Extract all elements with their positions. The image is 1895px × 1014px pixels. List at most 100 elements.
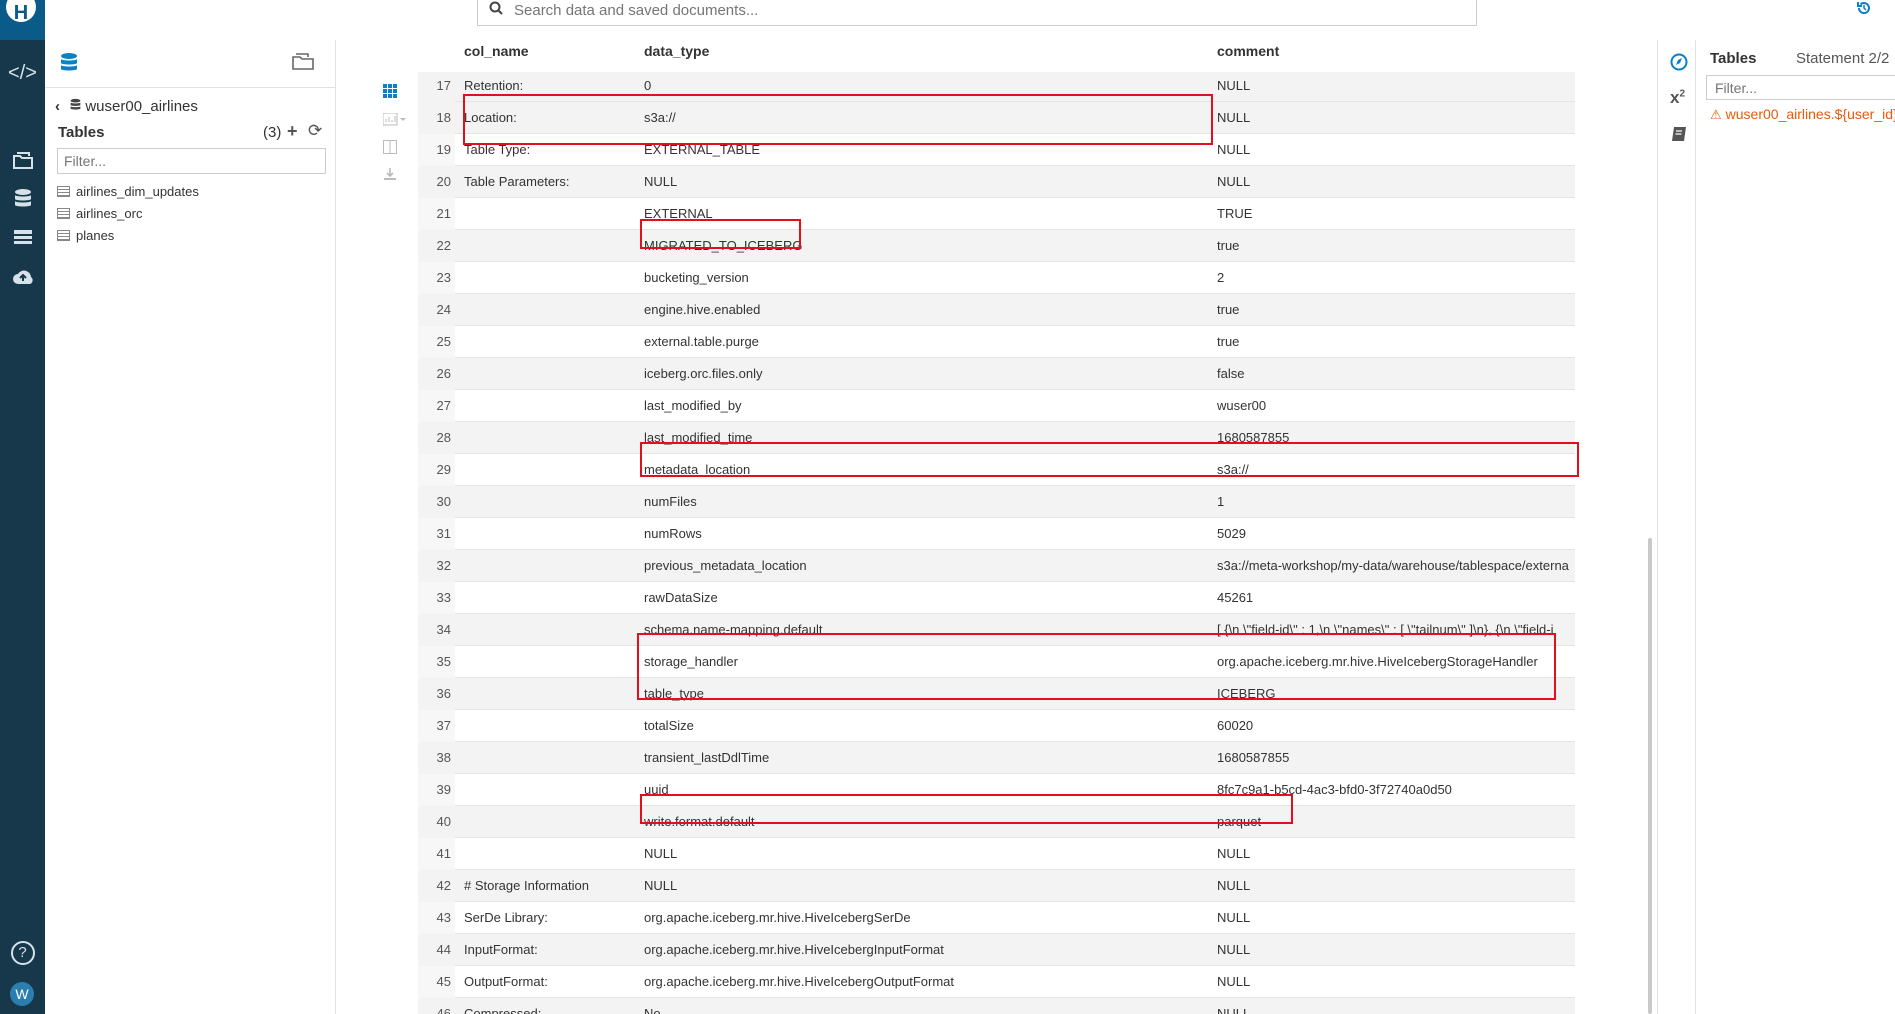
table-row[interactable]: 44 InputFormat: org.apache.iceberg.mr.hive… <box>418 934 1575 966</box>
table-row[interactable]: 38 transient_lastDdlTime 1680587855 <box>418 742 1575 774</box>
cell-col-name[interactable]: # Storage Information <box>464 870 589 902</box>
table-row[interactable]: 22 MIGRATED_TO_ICEBERG true <box>418 230 1575 262</box>
cell-comment[interactable]: NULL <box>1217 166 1575 198</box>
cell-data-type[interactable]: engine.hive.enabled <box>644 294 760 326</box>
table-row[interactable]: 42 # Storage Information NULL NULL <box>418 870 1575 902</box>
table-row[interactable]: 21 EXTERNAL TRUE <box>418 198 1575 230</box>
cell-col-name[interactable]: SerDe Library: <box>464 902 548 934</box>
search-input[interactable] <box>512 0 1416 21</box>
table-item[interactable]: airlines_orc <box>57 203 199 225</box>
cell-comment[interactable]: NULL <box>1217 998 1575 1014</box>
cell-comment[interactable]: TRUE <box>1217 198 1575 230</box>
table-row[interactable]: 31 numRows 5029 <box>418 518 1575 550</box>
cell-comment[interactable]: 1 <box>1217 486 1575 518</box>
grid-view-icon[interactable] <box>383 84 397 101</box>
column-header-comment[interactable]: comment <box>1217 43 1279 59</box>
table-row[interactable]: 26 iceberg.orc.files.only false <box>418 358 1575 390</box>
table-row[interactable]: 30 numFiles 1 <box>418 486 1575 518</box>
cell-data-type[interactable]: NULL <box>644 838 677 870</box>
vertical-scrollbar[interactable] <box>1648 538 1652 1014</box>
cell-comment[interactable]: false <box>1217 358 1575 390</box>
cell-data-type[interactable]: NULL <box>644 166 677 198</box>
table-row[interactable]: 23 bucketing_version 2 <box>418 262 1575 294</box>
table-row[interactable]: 37 totalSize 60020 <box>418 710 1575 742</box>
help-icon[interactable]: ? <box>0 940 45 965</box>
jobs-icon[interactable] <box>0 228 45 251</box>
cell-data-type[interactable]: numFiles <box>644 486 697 518</box>
chevron-left-icon[interactable]: ‹ <box>55 98 60 115</box>
cell-data-type[interactable]: bucketing_version <box>644 262 749 294</box>
table-row[interactable]: 33 rawDataSize 45261 <box>418 582 1575 614</box>
tables-filter-input[interactable] <box>57 148 326 174</box>
table-row[interactable]: 20 Table Parameters: NULL NULL <box>418 166 1575 198</box>
cell-comment[interactable]: true <box>1217 230 1575 262</box>
cell-comment[interactable]: NULL <box>1217 134 1575 166</box>
cell-data-type[interactable]: org.apache.iceberg.mr.hive.HiveIcebergOu… <box>644 966 954 998</box>
documents-folder-icon[interactable] <box>292 52 314 75</box>
database-breadcrumb[interactable]: ‹ wuser00_airlines <box>55 98 198 115</box>
cell-comment[interactable]: NULL <box>1217 838 1575 870</box>
cell-comment[interactable]: 45261 <box>1217 582 1575 614</box>
cell-col-name[interactable]: Compressed: <box>464 998 541 1014</box>
cell-comment[interactable]: s3a://meta-workshop/my-data/warehouse/ta… <box>1217 550 1575 582</box>
cell-data-type[interactable]: rawDataSize <box>644 582 718 614</box>
cell-data-type[interactable]: NULL <box>644 870 677 902</box>
table-row[interactable]: 46 Compressed: No NULL <box>418 998 1575 1014</box>
table-row[interactable]: 32 previous_metadata_location s3a://meta-w… <box>418 550 1575 582</box>
cell-comment[interactable]: NULL <box>1217 102 1575 134</box>
cell-data-type[interactable]: previous_metadata_location <box>644 550 807 582</box>
cell-comment[interactable]: NULL <box>1217 902 1575 934</box>
table-item[interactable]: airlines_dim_updates <box>57 181 199 203</box>
documents-icon[interactable] <box>0 150 45 176</box>
table-row[interactable]: 24 engine.hive.enabled true <box>418 294 1575 326</box>
cell-comment[interactable]: NULL <box>1217 870 1575 902</box>
add-icon[interactable]: + <box>287 121 298 142</box>
warning-item[interactable]: ⚠ wuser00_airlines.${user_id} <box>1710 106 1895 123</box>
cell-data-type[interactable]: iceberg.orc.files.only <box>644 358 763 390</box>
history-icon[interactable] <box>1856 0 1872 21</box>
cell-data-type[interactable]: numRows <box>644 518 702 550</box>
cell-comment[interactable]: NULL <box>1217 70 1575 102</box>
right-filter-input[interactable] <box>1706 75 1895 100</box>
column-header-data-type[interactable]: data_type <box>644 43 709 59</box>
table-row[interactable]: 41 NULL NULL <box>418 838 1575 870</box>
cell-data-type[interactable]: org.apache.iceberg.mr.hive.HiveIcebergIn… <box>644 934 944 966</box>
cell-data-type[interactable]: org.apache.iceberg.mr.hive.HiveIcebergSe… <box>644 902 911 934</box>
columns-icon[interactable] <box>383 140 397 157</box>
tables-icon[interactable] <box>0 188 45 216</box>
chart-view-icon[interactable] <box>382 112 407 130</box>
table-row[interactable]: 25 external.table.purge true <box>418 326 1575 358</box>
functions-icon[interactable]: x2 <box>1670 88 1685 108</box>
cell-comment[interactable]: 60020 <box>1217 710 1575 742</box>
refresh-icon[interactable]: ⟳ <box>308 121 322 141</box>
cell-col-name[interactable]: Table Parameters: <box>464 166 570 198</box>
cell-comment[interactable]: wuser00 <box>1217 390 1575 422</box>
book-icon[interactable] <box>1670 126 1688 149</box>
user-avatar[interactable]: W <box>10 982 34 1006</box>
cell-data-type[interactable]: totalSize <box>644 710 694 742</box>
cell-comment[interactable]: 2 <box>1217 262 1575 294</box>
cell-comment[interactable]: NULL <box>1217 966 1575 998</box>
cell-comment[interactable]: NULL <box>1217 934 1575 966</box>
cell-comment[interactable]: 1680587855 <box>1217 742 1575 774</box>
cell-data-type[interactable]: external.table.purge <box>644 326 759 358</box>
table-row[interactable]: 43 SerDe Library: org.apache.iceberg.mr.hi… <box>418 902 1575 934</box>
table-row[interactable]: 45 OutputFormat: org.apache.iceberg.mr.hiv… <box>418 966 1575 998</box>
global-search[interactable] <box>477 0 1477 26</box>
cell-col-name[interactable]: InputFormat: <box>464 934 538 966</box>
database-icon[interactable] <box>60 52 78 80</box>
cell-comment[interactable]: true <box>1217 294 1575 326</box>
cell-data-type[interactable]: No <box>644 998 661 1014</box>
table-row[interactable]: 27 last_modified_by wuser00 <box>418 390 1575 422</box>
cell-comment[interactable]: 5029 <box>1217 518 1575 550</box>
cell-data-type[interactable]: last_modified_by <box>644 390 742 422</box>
table-item[interactable]: planes <box>57 225 199 247</box>
cell-col-name[interactable]: OutputFormat: <box>464 966 548 998</box>
cell-comment[interactable]: true <box>1217 326 1575 358</box>
cell-data-type[interactable]: transient_lastDdlTime <box>644 742 769 774</box>
column-header-col-name[interactable]: col_name <box>464 43 529 59</box>
download-icon[interactable] <box>383 167 397 184</box>
hue-logo[interactable]: H <box>0 0 45 40</box>
importer-icon[interactable] <box>0 268 45 292</box>
editor-icon[interactable]: </> <box>0 62 45 85</box>
